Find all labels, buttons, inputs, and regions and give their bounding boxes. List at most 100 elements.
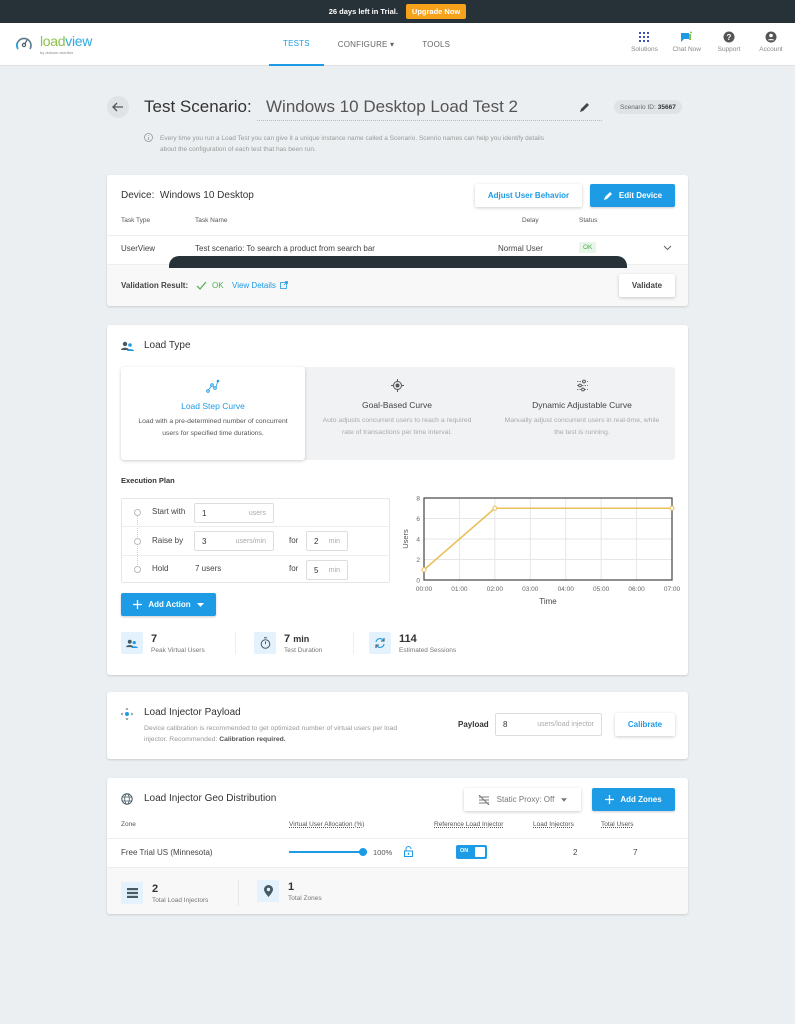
edit-pencil-icon[interactable] <box>579 101 591 113</box>
nav-account[interactable]: Account <box>757 31 785 53</box>
task-name: Test scenario: To search a product from … <box>195 244 375 253</box>
calibrate-button[interactable]: Calibrate <box>615 713 675 736</box>
y-tick-label: 6 <box>416 516 420 523</box>
account-icon <box>765 31 777 43</box>
col-zone: Zone <box>121 821 136 828</box>
option-desc: Manually adjust concurrent users in real… <box>504 417 660 436</box>
stat-estimated-sessions: 114 Estimated Sessions <box>369 632 456 654</box>
x-tick-label: 06:00 <box>628 586 645 593</box>
external-link-icon <box>280 281 288 289</box>
nav-support[interactable]: ? Support <box>715 31 743 53</box>
grid-icon <box>639 32 650 42</box>
load-curve-chart: 00:00 01:00 02:00 03:00 04:00 05:00 06:00 07:00… <box>401 496 680 607</box>
payload-desc: Device calibration is recommended to get… <box>144 725 398 743</box>
plus-icon <box>605 795 615 804</box>
stat-label: Estimated Sessions <box>399 646 457 654</box>
raise-label: Raise by <box>152 536 184 545</box>
info-icon <box>144 133 153 142</box>
add-action-button[interactable]: Add Action <box>121 593 216 616</box>
stat-value: 7 min <box>284 632 310 645</box>
unlock-icon[interactable] <box>404 846 413 857</box>
option-dynamic-adjustable-curve[interactable]: Dynamic Adjustable Curve Manually adjust… <box>489 367 675 460</box>
task-delay: Normal User <box>498 244 543 253</box>
plan-row-hold: Hold 7 users for 5 min <box>122 556 389 584</box>
col-load-injectors[interactable]: Load Injectors <box>533 821 574 828</box>
col-total-users[interactable]: Total Users <box>601 821 634 828</box>
raise-rate-input[interactable]: 3 users/min <box>194 531 274 551</box>
tab-tests[interactable]: TESTS <box>269 23 324 66</box>
x-tick-label: 07:00 <box>664 586 680 593</box>
start-users-input[interactable]: 1 users <box>194 503 274 523</box>
x-tick-label: 03:00 <box>522 586 539 593</box>
stat-test-duration: 7 min Test Duration <box>254 632 354 654</box>
step-dot <box>134 509 141 516</box>
scenario-info-text: Every time you run a Load Test you can g… <box>160 135 544 153</box>
edit-device-button[interactable]: Edit Device <box>590 184 675 207</box>
scenario-name-input[interactable]: Windows 10 Desktop Load Test 2 <box>257 95 602 121</box>
execution-plan: Start with 1 users Raise by 3 users/min fo… <box>121 498 390 583</box>
option-goal-based-curve[interactable]: Goal-Based Curve Auto adjusts concurrent… <box>305 367 489 460</box>
option-title: Goal-Based Curve <box>362 400 432 410</box>
device-card: Device: Windows 10 Desktop Adjust User B… <box>107 175 688 306</box>
chevron-down-icon[interactable] <box>663 245 672 251</box>
load-type-title: Load Type <box>144 340 191 351</box>
payload-input[interactable]: 8 users/load injector <box>495 713 602 736</box>
nav-chat[interactable]: Chat Now <box>672 31 701 53</box>
globe-icon <box>121 793 133 805</box>
allocation-value: 100% <box>373 848 393 857</box>
stat-value: 1 <box>288 880 295 893</box>
hold-value: 7 users <box>195 564 222 573</box>
stat-label: Peak Virtual Users <box>151 646 205 654</box>
nav-solutions[interactable]: Solutions <box>630 31 658 53</box>
option-load-step-curve[interactable]: Load Step Curve Load with a pre-determin… <box>121 367 305 460</box>
raise-duration-input[interactable]: 2 min <box>306 531 348 551</box>
y-tick-label: 2 <box>416 557 420 564</box>
step-curve-icon <box>206 379 220 393</box>
view-details-link[interactable]: View Details <box>232 281 276 290</box>
target-icon <box>390 379 404 392</box>
hold-label: Hold <box>152 564 169 573</box>
data-point <box>492 505 498 511</box>
caret-down-icon <box>196 602 204 607</box>
upgrade-button[interactable]: Upgrade Now <box>405 4 467 19</box>
chat-icon <box>681 31 693 42</box>
x-tick-label: 04:00 <box>558 586 575 593</box>
logo-subtitle: by dotcom-monitor <box>40 50 74 55</box>
tab-tools[interactable]: TOOLS <box>408 23 464 66</box>
static-proxy-dropdown[interactable]: Static Proxy: Off <box>464 788 581 811</box>
load-type-card: Load Type Load Step Curve Load with a pr… <box>107 325 688 675</box>
allocation-slider[interactable] <box>289 851 367 853</box>
col-task-type: Task Type <box>121 217 151 224</box>
x-tick-label: 01:00 <box>451 586 468 593</box>
step-dot <box>134 566 141 573</box>
col-delay: Delay <box>522 217 539 224</box>
col-reference-injector[interactable]: Reference Load Injector <box>434 821 503 828</box>
add-zones-button[interactable]: Add Zones <box>592 788 675 811</box>
data-point <box>421 567 427 573</box>
for-label: for <box>289 536 299 545</box>
proxy-off-icon <box>478 794 490 805</box>
reference-toggle[interactable]: ON <box>456 845 487 859</box>
adjust-user-behavior-button[interactable]: Adjust User Behavior <box>475 184 582 207</box>
server-list-icon <box>121 882 143 904</box>
slider-handle[interactable] <box>359 848 367 856</box>
col-allocation[interactable]: Virtual User Allocation (%) <box>289 821 364 828</box>
hold-duration-input[interactable]: 5 min <box>306 560 348 580</box>
zone-name: Free Trial US (Minnesota) <box>121 848 213 857</box>
caret-down-icon <box>561 797 568 802</box>
stat-total-zones: 1 Total Zones <box>257 880 322 902</box>
logo[interactable]: loadview by dotcom-monitor <box>14 33 92 55</box>
task-status-badge: OK <box>579 242 597 253</box>
y-tick-label: 8 <box>416 496 420 503</box>
validate-button[interactable]: Validate <box>619 274 675 297</box>
option-title: Load Step Curve <box>181 401 245 411</box>
col-status: Status <box>579 217 598 224</box>
stat-value: 7 <box>151 632 158 645</box>
y-axis-label: Users <box>401 529 410 549</box>
tab-configure[interactable]: CONFIGURE ▾ <box>324 23 408 66</box>
back-button[interactable] <box>107 96 129 118</box>
plan-row-start: Start with 1 users <box>122 499 389 527</box>
arrow-left-icon <box>112 102 123 112</box>
stat-value: 2 <box>152 882 159 895</box>
scenario-id-badge: Scenario ID: 35667 <box>614 100 682 114</box>
